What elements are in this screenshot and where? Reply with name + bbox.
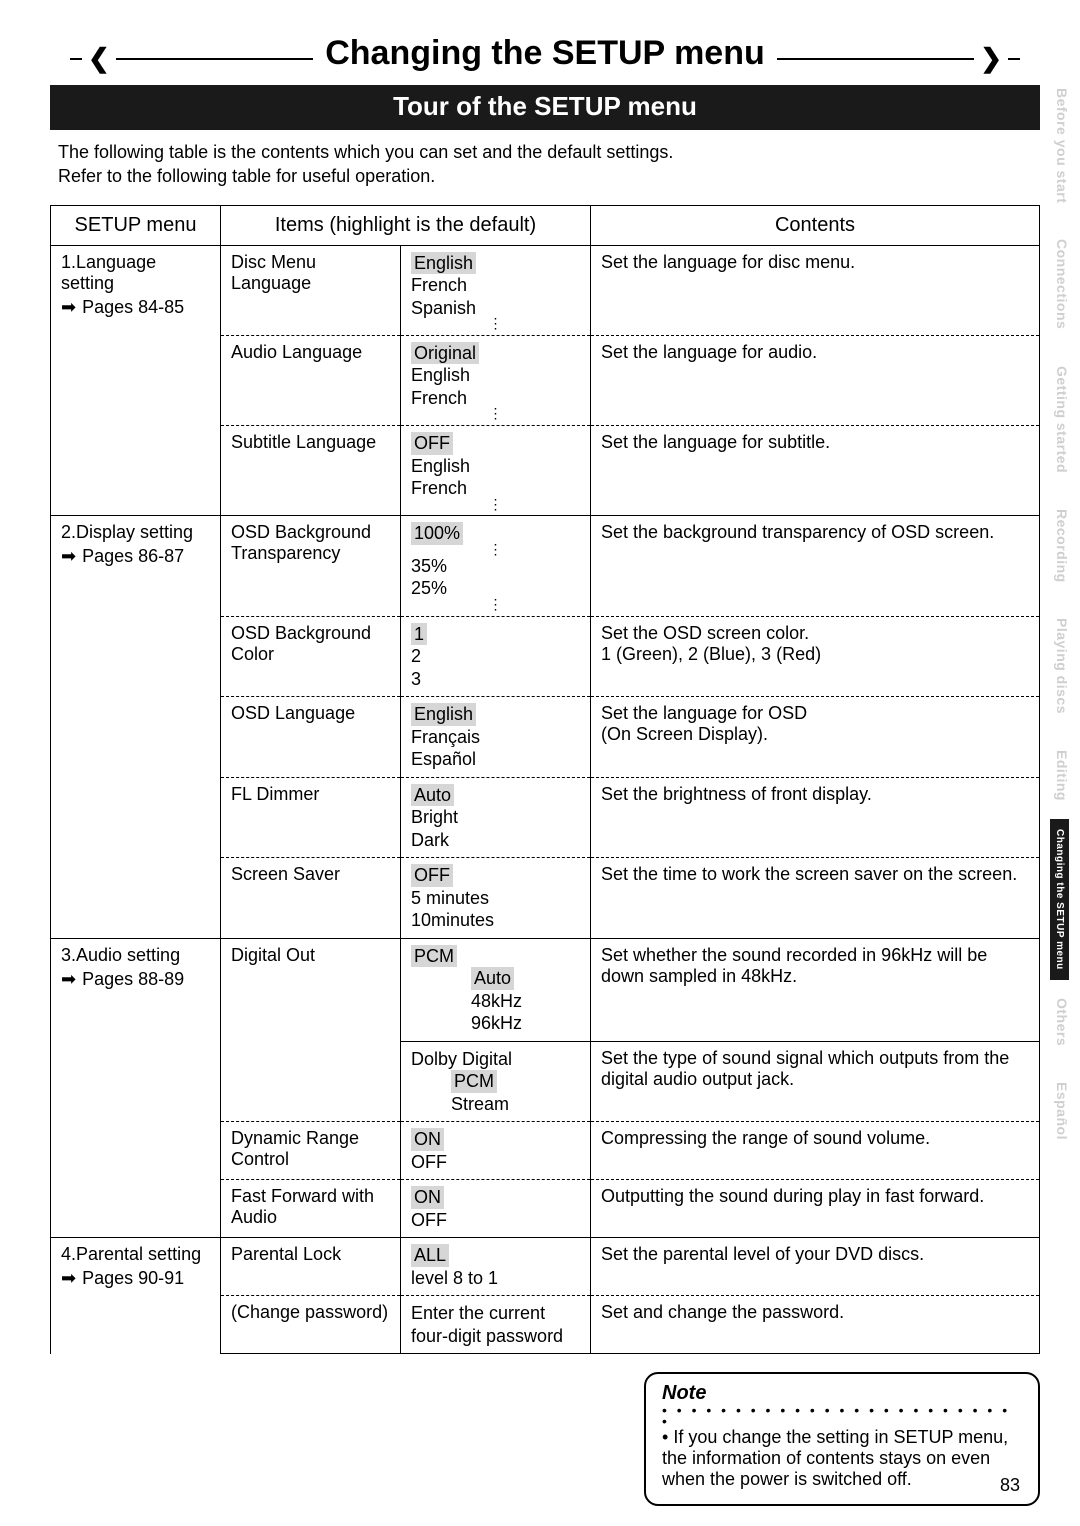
side-tabs: Before you start Connections Getting sta… (1050, 70, 1080, 1158)
arrow-right-icon (61, 297, 76, 318)
th-setup-menu: SETUP menu (51, 205, 221, 245)
section-2-label: 2.Display setting (61, 522, 210, 543)
tab-before-you-start: Before you start (1050, 70, 1074, 221)
tab-espanol: Español (1050, 1064, 1074, 1158)
section-4-label: 4.Parental setting (61, 1244, 210, 1265)
intro-line-1: The following table is the contents whic… (58, 140, 1032, 164)
ornament-right-icon: ❯ (974, 43, 1008, 74)
section-1-label: 1.Language setting (61, 252, 210, 294)
tab-playing-discs: Playing discs (1050, 600, 1074, 732)
note-box: Note • • • • • • • • • • • • • • • • • •… (644, 1372, 1040, 1506)
row-disc-menu-lang-item: Disc Menu Language (221, 245, 401, 335)
note-separator-icon: • • • • • • • • • • • • • • • • • • • • … (662, 1405, 1022, 1427)
th-items: Items (highlight is the default) (221, 205, 591, 245)
page-title: Changing the SETUP menu (313, 30, 777, 77)
arrow-right-icon (61, 969, 76, 990)
tab-others: Others (1050, 980, 1074, 1064)
page-number: 83 (1000, 1475, 1020, 1496)
tab-recording: Recording (1050, 491, 1074, 601)
row-disc-menu-lang-desc: Set the language for disc menu. (591, 245, 1040, 335)
tab-editing: Editing (1050, 732, 1074, 819)
page-title-ornament: ❮ Changing the SETUP menu ❯ (70, 30, 1020, 77)
ornament-left-icon: ❮ (82, 43, 116, 74)
arrow-right-icon (61, 546, 76, 567)
tab-changing-setup: Changing the SETUP menu (1050, 819, 1069, 980)
intro-line-2: Refer to the following table for useful … (58, 164, 1032, 188)
th-contents: Contents (591, 205, 1040, 245)
section-3-label: 3.Audio setting (61, 945, 210, 966)
vertical-dots-icon: ⋮ (411, 319, 580, 329)
tab-connections: Connections (1050, 221, 1074, 347)
note-body: If you change the setting in SETUP menu,… (662, 1427, 1008, 1489)
tab-getting-started: Getting started (1050, 348, 1074, 491)
arrow-right-icon (61, 1268, 76, 1289)
setup-table: SETUP menu Items (highlight is the defau… (50, 205, 1040, 1354)
section-subtitle: Tour of the SETUP menu (50, 85, 1040, 130)
section-1-pages: Pages 84-85 (82, 297, 184, 318)
